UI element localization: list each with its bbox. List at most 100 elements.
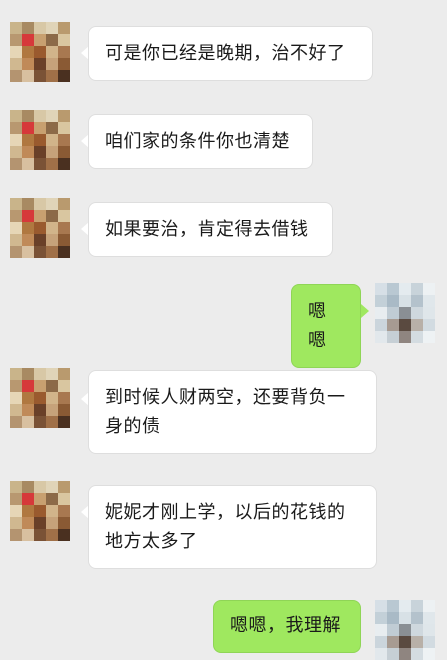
avatar-mosaic-cell: [58, 46, 70, 58]
avatar-mosaic-cell: [58, 70, 70, 82]
avatar-mosaic-cell: [387, 283, 399, 295]
avatar-mosaic-cell: [411, 295, 423, 307]
avatar-mosaic-cell: [22, 222, 34, 234]
avatar-mosaic-cell: [46, 404, 58, 416]
avatar-mosaic-cell: [46, 368, 58, 380]
avatar-mosaic-cell: [375, 612, 387, 624]
avatar-mosaic-cell: [46, 210, 58, 222]
avatar-mosaic-cell: [58, 222, 70, 234]
message-text: 可是你已经是晚期，治不好了: [105, 43, 346, 64]
avatar-mosaic-cell: [423, 295, 435, 307]
avatar-mosaic-cell: [34, 22, 46, 34]
avatar-mosaic-cell: [34, 517, 46, 529]
message-bubble[interactable]: 可是你已经是晚期，治不好了: [88, 26, 373, 81]
avatar-mosaic-cell: [46, 234, 58, 246]
avatar-mosaic-cell: [375, 331, 387, 343]
avatar-mosaic-cell: [46, 22, 58, 34]
avatar-mosaic-cell: [34, 404, 46, 416]
avatar-mosaic-cell: [411, 307, 423, 319]
avatar-mosaic-cell: [387, 307, 399, 319]
avatar-mosaic-cell: [58, 146, 70, 158]
contact-avatar[interactable]: [10, 22, 70, 82]
avatar-mosaic-cell: [399, 331, 411, 343]
avatar-mosaic-cell: [399, 283, 411, 295]
self-avatar[interactable]: [375, 600, 435, 660]
avatar-mosaic-cell: [34, 234, 46, 246]
avatar-mosaic-cell: [34, 70, 46, 82]
avatar-mosaic-cell: [423, 283, 435, 295]
message-text: 咱们家的条件你也清楚: [105, 131, 290, 152]
avatar-mosaic-cell: [22, 110, 34, 122]
message-bubble[interactable]: 咱们家的条件你也清楚: [88, 114, 313, 169]
avatar-mosaic-cell: [58, 517, 70, 529]
contact-avatar[interactable]: [10, 368, 70, 428]
avatar-mosaic-cell: [423, 624, 435, 636]
avatar-mosaic-cell: [46, 146, 58, 158]
contact-avatar[interactable]: [10, 198, 70, 258]
avatar-mosaic-cell: [10, 34, 22, 46]
avatar-mosaic-cell: [399, 636, 411, 648]
contact-avatar[interactable]: [10, 110, 70, 170]
avatar-mosaic-cell: [10, 481, 22, 493]
avatar-mosaic-cell: [46, 198, 58, 210]
avatar-mosaic-cell: [375, 283, 387, 295]
avatar-mosaic-cell: [34, 493, 46, 505]
avatar-mosaic-cell: [375, 648, 387, 660]
avatar-mosaic-cell: [10, 234, 22, 246]
message-text: 嗯嗯，我理解: [230, 615, 341, 636]
self-avatar[interactable]: [375, 283, 435, 343]
avatar-mosaic-cell: [34, 505, 46, 517]
avatar-mosaic-cell: [22, 505, 34, 517]
avatar-mosaic-cell: [10, 110, 22, 122]
avatar-mosaic-cell: [58, 22, 70, 34]
avatar-mosaic-cell: [10, 22, 22, 34]
avatar-mosaic-cell: [399, 612, 411, 624]
avatar-mosaic-cell: [46, 110, 58, 122]
avatar-mosaic-cell: [34, 198, 46, 210]
avatar-mosaic-cell: [22, 58, 34, 70]
avatar-mosaic-cell: [58, 404, 70, 416]
avatar-mosaic-cell: [58, 416, 70, 428]
avatar-mosaic-cell: [22, 368, 34, 380]
avatar-mosaic-cell: [22, 416, 34, 428]
avatar-mosaic-cell: [58, 134, 70, 146]
message-bubble[interactable]: 妮妮才刚上学，以后的花钱的地方太多了: [88, 485, 377, 569]
avatar-mosaic-cell: [22, 404, 34, 416]
avatar-mosaic-cell: [411, 636, 423, 648]
message-bubble[interactable]: 如果要治，肯定得去借钱: [88, 202, 333, 257]
avatar-mosaic-cell: [387, 331, 399, 343]
avatar-mosaic-cell: [423, 612, 435, 624]
avatar-mosaic-cell: [46, 46, 58, 58]
avatar-mosaic-cell: [10, 368, 22, 380]
avatar-mosaic-cell: [375, 319, 387, 331]
message-bubble[interactable]: 嗯嗯: [291, 284, 361, 368]
avatar-mosaic-cell: [46, 493, 58, 505]
avatar-mosaic-cell: [58, 392, 70, 404]
avatar-mosaic-cell: [22, 210, 34, 222]
avatar-mosaic-cell: [58, 122, 70, 134]
avatar-mosaic-cell: [399, 648, 411, 660]
avatar-mosaic-cell: [34, 110, 46, 122]
avatar-mosaic-cell: [387, 636, 399, 648]
bubble-tail: [361, 304, 369, 318]
avatar-mosaic-cell: [22, 392, 34, 404]
avatar-mosaic-cell: [58, 210, 70, 222]
avatar-mosaic-cell: [10, 122, 22, 134]
avatar-mosaic-cell: [10, 222, 22, 234]
avatar-mosaic-cell: [10, 46, 22, 58]
avatar-mosaic-cell: [46, 158, 58, 170]
avatar-mosaic-cell: [46, 529, 58, 541]
avatar-mosaic-cell: [10, 198, 22, 210]
avatar-mosaic-cell: [46, 134, 58, 146]
avatar-mosaic-cell: [34, 46, 46, 58]
message-bubble[interactable]: 嗯嗯，我理解: [213, 600, 361, 653]
avatar-mosaic-cell: [399, 295, 411, 307]
avatar-mosaic-cell: [10, 505, 22, 517]
message-bubble[interactable]: 到时候人财两空，还要背负一身的债: [88, 370, 377, 454]
avatar-mosaic-cell: [58, 158, 70, 170]
avatar-mosaic-cell: [10, 380, 22, 392]
message-text: 嗯嗯: [308, 301, 327, 351]
avatar-mosaic-cell: [34, 222, 46, 234]
avatar-mosaic-cell: [22, 198, 34, 210]
contact-avatar[interactable]: [10, 481, 70, 541]
